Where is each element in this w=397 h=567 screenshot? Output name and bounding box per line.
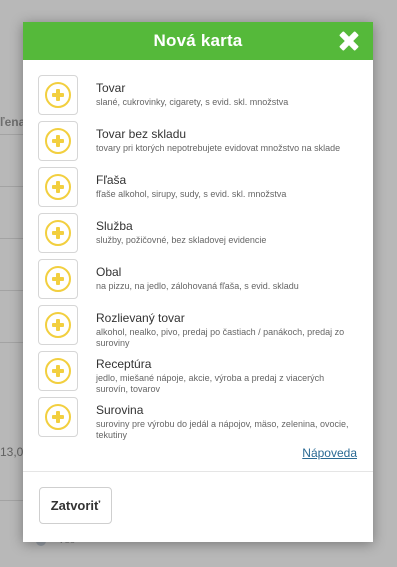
help-link[interactable]: Nápoveda [302, 446, 357, 460]
card-type-title: Surovina [96, 403, 144, 417]
add-rozlievany-tovar-button[interactable] [38, 305, 78, 345]
add-obal-button[interactable] [38, 259, 78, 299]
card-type-description: služby, požičovné, bez skladovej evidenc… [96, 235, 267, 245]
card-type-title: Obal [96, 265, 122, 279]
card-type-text: Služba služby, požičovné, bez skladovej … [96, 213, 356, 246]
close-button[interactable]: Zatvoriť [39, 487, 112, 524]
card-type-item-surovina[interactable]: Surovina suroviny pre výrobu do jedál a … [38, 397, 373, 443]
card-type-description: na pizzu, na jedlo, zálohovaná fľaša, s … [96, 281, 299, 291]
card-type-description: tovary pri ktorých nepotrebujete evidova… [96, 143, 341, 153]
card-type-title: Tovar bez skladu [96, 127, 187, 141]
card-type-description: suroviny pre výrobu do jedál a nápojov, … [96, 419, 349, 440]
add-sluzba-button[interactable] [38, 213, 78, 253]
dialog-title: Nová karta [153, 31, 243, 50]
dialog-header: Nová karta [23, 22, 373, 60]
card-type-description: alkohol, nealko, pivo, predaj po častiac… [96, 327, 345, 348]
plus-circle-icon [45, 312, 71, 338]
new-card-dialog: Nová karta Tovar slané, cukrovinky, ciga… [23, 22, 373, 542]
card-type-item-sluzba[interactable]: Služba služby, požičovné, bez skladovej … [38, 213, 373, 259]
add-tovar-button[interactable] [38, 75, 78, 115]
plus-circle-icon [45, 82, 71, 108]
card-type-title: Fľaša [96, 173, 127, 187]
card-type-text: Tovar slané, cukrovinky, cigarety, s evi… [96, 75, 356, 108]
plus-circle-icon [45, 404, 71, 430]
card-type-title: Receptúra [96, 357, 152, 371]
card-type-item-rozlievany-tovar[interactable]: Rozlievaný tovar alkohol, nealko, pivo, … [38, 305, 373, 351]
card-type-description: slané, cukrovinky, cigarety, s evid. skl… [96, 97, 289, 107]
plus-circle-icon [45, 128, 71, 154]
plus-circle-icon [45, 174, 71, 200]
card-type-title: Služba [96, 219, 133, 233]
add-receptura-button[interactable] [38, 351, 78, 391]
plus-circle-icon [45, 358, 71, 384]
card-type-text: Tovar bez skladu tovary pri ktorých nepo… [96, 121, 356, 154]
plus-circle-icon [45, 220, 71, 246]
card-type-text: Fľaša fľaše alkohol, sirupy, sudy, s evi… [96, 167, 356, 200]
card-type-description: fľaše alkohol, sirupy, sudy, s evid. skl… [96, 189, 287, 199]
card-type-list: Tovar slané, cukrovinky, cigarety, s evi… [23, 60, 373, 443]
add-flasa-button[interactable] [38, 167, 78, 207]
card-type-description: jedlo, miešané nápoje, akcie, výroba a p… [96, 373, 325, 394]
close-icon[interactable] [339, 31, 359, 51]
card-type-title: Tovar [96, 81, 126, 95]
plus-circle-icon [45, 266, 71, 292]
card-type-item-flasa[interactable]: Fľaša fľaše alkohol, sirupy, sudy, s evi… [38, 167, 373, 213]
card-type-text: Surovina suroviny pre výrobu do jedál a … [96, 397, 356, 441]
card-type-item-receptura[interactable]: Receptúra jedlo, miešané nápoje, akcie, … [38, 351, 373, 397]
card-type-title: Rozlievaný tovar [96, 311, 185, 325]
add-surovina-button[interactable] [38, 397, 78, 437]
card-type-text: Obal na pizzu, na jedlo, zálohovaná fľaš… [96, 259, 356, 292]
card-type-item-obal[interactable]: Obal na pizzu, na jedlo, zálohovaná fľaš… [38, 259, 373, 305]
card-type-item-tovar-bez-skladu[interactable]: Tovar bez skladu tovary pri ktorých nepo… [38, 121, 373, 167]
card-type-text: Rozlievaný tovar alkohol, nealko, pivo, … [96, 305, 356, 349]
card-type-item-tovar[interactable]: Tovar slané, cukrovinky, cigarety, s evi… [38, 75, 373, 121]
add-tovar-bez-skladu-button[interactable] [38, 121, 78, 161]
card-type-text: Receptúra jedlo, miešané nápoje, akcie, … [96, 351, 356, 395]
footer-divider [23, 471, 373, 472]
